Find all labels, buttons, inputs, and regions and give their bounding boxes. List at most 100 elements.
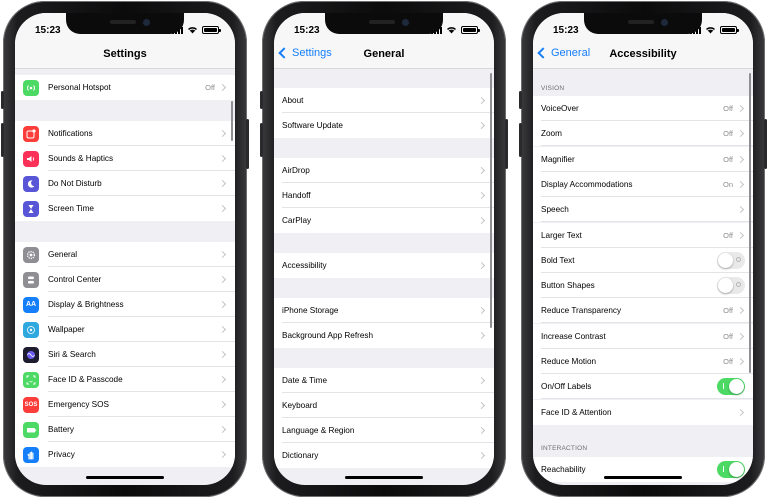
- battery-icon: [23, 421, 39, 438]
- toggle-switch[interactable]: [717, 251, 745, 269]
- row-label: Screen Time: [48, 204, 94, 213]
- general-row[interactable]: Language & Region: [274, 418, 494, 443]
- general-row[interactable]: iPhone Storage: [274, 298, 494, 323]
- scrollbar[interactable]: [749, 73, 751, 373]
- row-value: Off: [723, 331, 733, 341]
- row-label: Wallpaper: [48, 325, 85, 334]
- settings-row[interactable]: General: [15, 242, 235, 267]
- accessibility-row[interactable]: Reduce Transparency Off: [533, 298, 753, 324]
- settings-row[interactable]: Control Center: [15, 267, 235, 292]
- chevron-right-icon: [736, 357, 745, 366]
- general-row[interactable]: Background App Refresh: [274, 323, 494, 348]
- general-row[interactable]: Handoff: [274, 183, 494, 208]
- home-indicator[interactable]: [86, 476, 164, 479]
- row-label: Reachability: [541, 464, 586, 474]
- row-value: Off: [205, 83, 215, 92]
- notch: [325, 13, 443, 34]
- settings-row[interactable]: SOS Emergency SOS: [15, 392, 235, 417]
- chevron-right-icon: [218, 154, 227, 163]
- row-label: Notifications: [48, 129, 93, 138]
- navigation-bar: General Accessibility: [533, 43, 753, 69]
- sos-icon: SOS: [23, 396, 39, 413]
- settings-row[interactable]: AA Display & Brightness: [15, 292, 235, 317]
- accessibility-row[interactable]: Increase Contrast Off: [533, 323, 753, 349]
- settings-row[interactable]: Do Not Disturb: [15, 171, 235, 196]
- row-value: Off: [723, 104, 733, 113]
- row-label: On/Off Labels: [541, 382, 592, 392]
- row-value: Off: [723, 230, 733, 240]
- general-row[interactable]: Keyboard: [274, 393, 494, 418]
- accessibility-row[interactable]: Face ID & Attention: [533, 399, 753, 425]
- scrollbar[interactable]: [231, 101, 233, 141]
- general-row[interactable]: About: [274, 88, 494, 113]
- home-indicator[interactable]: [604, 476, 682, 479]
- chevron-right-icon: [736, 408, 745, 416]
- notifications-icon: [23, 125, 39, 142]
- row-label: Background App Refresh: [282, 331, 374, 340]
- general-row[interactable]: Date & Time: [274, 368, 494, 393]
- row-label: Display Accommodations: [541, 179, 633, 189]
- chevron-right-icon: [477, 306, 486, 315]
- row-label: Software Update: [282, 121, 343, 130]
- settings-row[interactable]: Face ID & Passcode: [15, 367, 235, 392]
- scrollbar[interactable]: [490, 73, 492, 328]
- accessibility-row[interactable]: Larger Text Off: [533, 222, 753, 248]
- chevron-right-icon: [477, 96, 486, 105]
- accessibility-row[interactable]: VoiceOver Off: [533, 96, 753, 121]
- notch: [66, 13, 184, 34]
- text-size-icon: AA: [23, 296, 39, 313]
- general-screen: 15:23 Settings General About Software Upd…: [274, 13, 494, 485]
- chevron-right-icon: [736, 130, 745, 138]
- row-label: Emergency SOS: [48, 400, 109, 409]
- settings-row[interactable]: Notifications: [15, 121, 235, 146]
- row-value: Off: [723, 357, 733, 366]
- page-title: Accessibility: [609, 48, 677, 60]
- accessibility-row[interactable]: Magnifier Off: [533, 146, 753, 172]
- accessibility-row[interactable]: Bold Text: [533, 247, 753, 273]
- general-row[interactable]: Software Update: [274, 113, 494, 138]
- row-label: Larger Text: [541, 230, 582, 240]
- row-label: Battery: [48, 425, 74, 434]
- general-row[interactable]: Dictionary: [274, 443, 494, 468]
- settings-row[interactable]: Wallpaper: [15, 317, 235, 342]
- row-label: Reduce Motion: [541, 357, 597, 366]
- settings-row[interactable]: Screen Time: [15, 196, 235, 221]
- settings-row[interactable]: Battery: [15, 417, 235, 442]
- accessibility-row[interactable]: Speech: [533, 197, 753, 223]
- chevron-right-icon: [218, 129, 227, 138]
- general-row[interactable]: Accessibility: [274, 253, 494, 278]
- chevron-right-icon: [477, 261, 486, 270]
- row-label: Do Not Disturb: [48, 179, 102, 188]
- general-row[interactable]: AirDrop: [274, 158, 494, 183]
- accessibility-row[interactable]: Zoom Off: [533, 121, 753, 147]
- hand-icon: [23, 446, 39, 463]
- wifi-icon: [447, 27, 456, 34]
- toggle-switch[interactable]: [717, 277, 745, 295]
- settings-row[interactable]: Sounds & Haptics: [15, 146, 235, 171]
- chevron-right-icon: [218, 250, 227, 259]
- general-row[interactable]: CarPlay: [274, 208, 494, 233]
- page-title: General: [363, 48, 405, 60]
- row-label: Date & Time: [282, 376, 328, 385]
- accessibility-row[interactable]: Button Shapes: [533, 273, 753, 299]
- settings-row[interactable]: Privacy: [15, 442, 235, 467]
- toggle-switch[interactable]: [717, 460, 745, 478]
- phone-settings: 15:23 Settings Personal Hotspot Off Notifi…: [1, 1, 249, 497]
- accessibility-row[interactable]: On/Off Labels: [533, 374, 753, 400]
- chevron-right-icon: [218, 425, 227, 434]
- phone-accessibility: 15:23 General Accessibility VISION VoiceO…: [519, 1, 767, 497]
- row-label: Face ID & Attention: [541, 407, 612, 417]
- navigation-bar: Settings: [15, 43, 235, 69]
- settings-screen: 15:23 Settings Personal Hotspot Off Notifi…: [15, 13, 235, 485]
- accessibility-row[interactable]: Reduce Motion Off: [533, 349, 753, 374]
- row-label: Siri & Search: [48, 350, 96, 359]
- settings-row[interactable]: Siri & Search: [15, 342, 235, 367]
- row-label: Magnifier: [541, 154, 575, 164]
- home-indicator[interactable]: [345, 476, 423, 479]
- row-value: Off: [723, 129, 733, 139]
- settings-row[interactable]: Personal Hotspot Off: [15, 75, 235, 100]
- row-value: Off: [723, 306, 733, 316]
- accessibility-row[interactable]: Display Accommodations On: [533, 171, 753, 197]
- toggle-switch[interactable]: [717, 378, 745, 396]
- row-label: Control Center: [48, 275, 102, 284]
